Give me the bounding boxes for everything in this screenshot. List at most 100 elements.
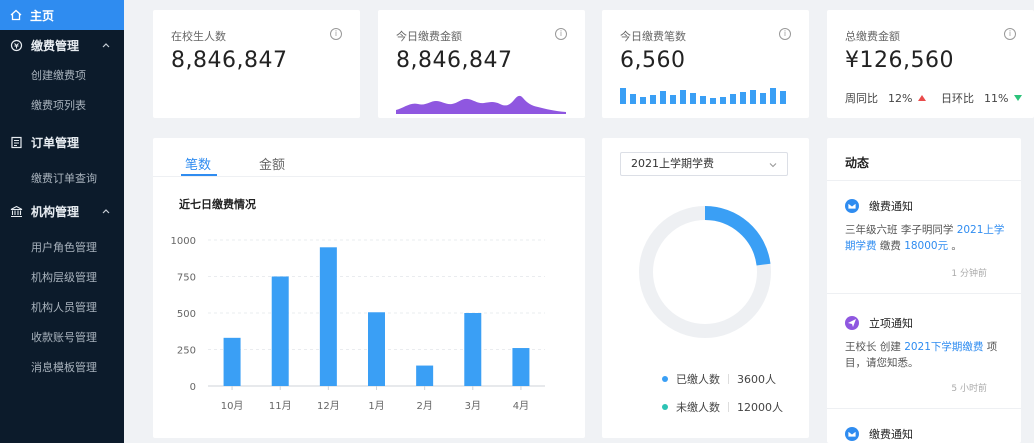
mini-bar <box>730 94 736 104</box>
legend-paid-label: 已缴人数 <box>676 373 720 386</box>
nav-group-org-label: 机构管理 <box>31 204 80 219</box>
bar-chart: 0 250 500 750 1000 10月 11月 12月 1月 2月 3月 4月 <box>171 236 545 412</box>
legend-unpaid-label: 未缴人数 <box>676 401 720 414</box>
kpi-card-today-count: 今日缴费笔数 i 6,560 <box>602 10 809 118</box>
trend-down-icon <box>1014 95 1023 101</box>
legend-paid-value: 3600人 <box>737 373 776 386</box>
mini-bar <box>650 95 656 104</box>
y-tick-label: 1000 <box>171 236 196 247</box>
kpi-title: 今日缴费金额 <box>396 30 462 43</box>
kpi-title: 总缴费金额 <box>845 30 900 43</box>
info-icon[interactable]: i <box>555 28 567 40</box>
nav-item-create-payment[interactable]: 创建缴费项 <box>0 60 124 90</box>
home-icon <box>10 9 22 21</box>
nav-group-org[interactable]: 机构管理 <box>0 196 124 226</box>
kpi-value: 8,846,847 <box>396 48 513 73</box>
chevron-up-icon[interactable] <box>102 207 110 215</box>
area-sparkline <box>396 95 566 114</box>
y-tick-label: 750 <box>177 273 196 284</box>
info-icon[interactable]: i <box>779 28 791 40</box>
activity-item-title: 缴费通知 <box>869 428 913 441</box>
text-segment: 三年级六班 李子明同学 <box>845 224 957 236</box>
bar-1月 <box>368 312 385 386</box>
donut-chart <box>639 206 771 338</box>
nav-group-payment[interactable]: 缴费管理 <box>0 30 124 60</box>
activity-item-time: 5 小时前 <box>951 384 987 394</box>
mini-bar <box>710 98 716 104</box>
nav-item-payee-accounts[interactable]: 收款账号管理 <box>0 322 124 352</box>
chevron-up-icon[interactable] <box>102 41 110 49</box>
kpi-value: 8,846,847 <box>171 48 288 73</box>
kpi-title: 在校生人数 <box>171 30 226 43</box>
activity-item-text: 王校长 创建 2021下学期缴费 项目，请您知悉。 <box>845 339 1005 371</box>
x-tick-label: 11月 <box>269 400 292 412</box>
activity-link[interactable]: 2021下学期缴费 <box>904 341 983 353</box>
mom-label: 日环比 <box>941 92 974 105</box>
nav-item-payment-list[interactable]: 缴费项列表 <box>0 90 124 120</box>
y-tick-label: 250 <box>177 346 196 357</box>
donut-card: 2021上学期学费 已缴人数 3600人 未缴人数 12000人 <box>602 138 809 438</box>
mini-bar <box>680 90 686 104</box>
nav-item-org-staff[interactable]: 机构人员管理 <box>0 292 124 322</box>
activity-item-head[interactable]: 缴费通知 <box>845 198 913 214</box>
info-icon[interactable]: i <box>330 28 342 40</box>
legend-separator <box>728 374 729 384</box>
bar-11月 <box>271 276 289 386</box>
mini-bar <box>660 91 666 104</box>
bar-10月 <box>223 337 241 386</box>
x-tick-label: 12月 <box>317 400 340 412</box>
text-segment: 。 <box>948 240 962 252</box>
x-tick-label: 2月 <box>416 400 432 412</box>
x-tick-label: 3月 <box>465 400 481 412</box>
activity-card: 动态 缴费通知 三年级六班 李子明同学 2021上学期学费 缴费 18000元 … <box>827 138 1021 443</box>
nav-group-orders[interactable]: 订单管理 <box>0 127 124 157</box>
nav-group-orders-label: 订单管理 <box>31 135 80 150</box>
nav-item-label: 缴费订单查询 <box>31 172 97 185</box>
trend-up-icon <box>918 95 927 101</box>
bar-2月 <box>416 365 434 386</box>
activity-amount: 18000元 <box>904 240 949 252</box>
nav-item-label: 用户角色管理 <box>31 241 97 254</box>
text-segment: 缴费 <box>876 240 905 252</box>
x-tick-label: 10月 <box>221 400 244 412</box>
mini-bar <box>750 90 756 104</box>
y-tick-label: 0 <box>190 382 196 393</box>
kpi-value: ¥126,560 <box>845 48 954 73</box>
activity-item-head[interactable]: 缴费通知 <box>845 426 913 442</box>
send-icon <box>845 316 859 330</box>
mini-bar <box>670 95 676 104</box>
legend-paid: 已缴人数 3600人 <box>662 371 776 387</box>
sidebar: 主页 缴费管理 创建缴费项 缴费项列表 订单管理 缴费订单查询 机构管理 用户角… <box>0 0 124 443</box>
nav-item-order-query[interactable]: 缴费订单查询 <box>0 163 124 193</box>
legend-dot-paid <box>662 376 668 382</box>
yoy-stat: 周同比 12% <box>845 90 927 106</box>
area-sparkline-fill <box>396 95 566 114</box>
mini-bar <box>690 93 696 104</box>
activity-item-head[interactable]: 立项通知 <box>845 315 913 331</box>
bank-icon <box>10 205 23 217</box>
mini-bar <box>720 97 726 104</box>
mini-bar <box>760 93 766 104</box>
legend-separator <box>728 402 729 412</box>
nav-home[interactable]: 主页 <box>0 0 124 30</box>
bar-4月 <box>512 348 530 386</box>
x-tick-label: 1月 <box>368 400 384 412</box>
mini-bar <box>770 88 776 104</box>
nav-item-org-levels[interactable]: 机构层级管理 <box>0 262 124 292</box>
mini-bar <box>620 88 626 104</box>
nav-item-label: 机构人员管理 <box>31 301 97 314</box>
info-icon[interactable]: i <box>1004 28 1016 40</box>
nav-item-message-templates[interactable]: 消息模板管理 <box>0 352 124 382</box>
mom-value: 11% <box>984 91 1009 105</box>
mini-bar <box>780 91 786 104</box>
activity-item-title: 立项通知 <box>869 317 913 330</box>
nav-item-label: 机构层级管理 <box>31 271 97 284</box>
payment-icon <box>10 39 23 51</box>
legend-dot-unpaid <box>662 404 668 410</box>
nav-item-label: 收款账号管理 <box>31 331 97 344</box>
order-icon <box>11 136 22 148</box>
nav-item-label: 创建缴费项 <box>31 69 86 82</box>
nav-item-user-roles[interactable]: 用户角色管理 <box>0 232 124 262</box>
divider <box>827 408 1021 409</box>
mini-bar <box>740 92 746 104</box>
